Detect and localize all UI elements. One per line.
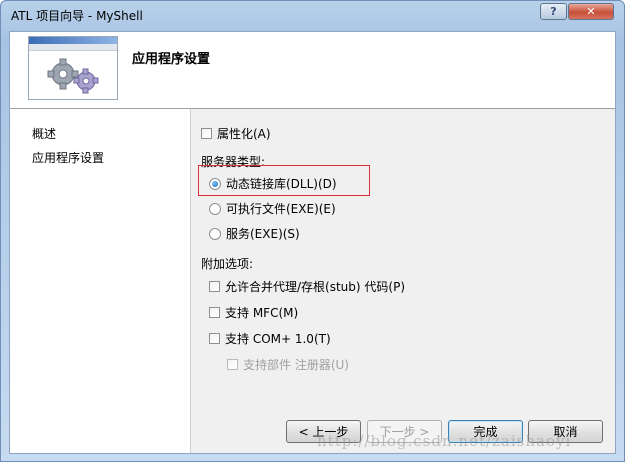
window-title: ATL 项目向导 - MyShell [11, 9, 143, 23]
nav-item-overview[interactable]: 概述 [32, 125, 56, 142]
complus-checkbox[interactable] [209, 333, 220, 344]
attributed-label: 属性化(A) [217, 127, 271, 141]
component-registrar-option: 支持部件 注册器(U) [227, 356, 349, 373]
mfc-checkbox[interactable] [209, 307, 220, 318]
merge-proxy-option[interactable]: 允许合并代理/存根(stub) 代码(P) [209, 278, 405, 295]
prev-button[interactable]: < 上一步 [286, 420, 361, 443]
server-type-dll[interactable]: 动态链接库(DLL)(D) [209, 175, 337, 192]
exe-radio[interactable] [209, 202, 221, 215]
cancel-button[interactable]: 取消 [528, 420, 603, 443]
page-title: 应用程序设置 [132, 52, 211, 67]
attributed-option[interactable]: 属性化(A) [201, 125, 271, 142]
merge-proxy-label: 允许合并代理/存根(stub) 代码(P) [225, 280, 406, 294]
help-icon: ? [550, 5, 557, 18]
additional-options-label: 附加选项: [201, 257, 254, 271]
wizard-window: ATL 项目向导 - MyShell ? ✕ 应用程序设置 概述 应用程序设置 … [0, 0, 625, 462]
title-bar[interactable]: ATL 项目向导 - MyShell ? ✕ [1, 1, 624, 29]
component-registrar-label: 支持部件 注册器(U) [243, 358, 349, 372]
exe-label: 可执行文件(EXE)(E) [226, 202, 336, 216]
mfc-label: 支持 MFC(M) [225, 306, 299, 320]
close-button[interactable]: ✕ [568, 3, 614, 20]
attributed-checkbox[interactable] [201, 128, 212, 139]
next-button[interactable]: 下一步 > [367, 420, 442, 443]
merge-proxy-checkbox[interactable] [209, 281, 220, 292]
mfc-option[interactable]: 支持 MFC(M) [209, 304, 298, 321]
component-registrar-checkbox [227, 359, 238, 370]
wizard-nav: 概述 应用程序设置 [10, 109, 191, 453]
complus-option[interactable]: 支持 COM+ 1.0(T) [209, 330, 331, 347]
wizard-header: 应用程序设置 [10, 32, 615, 109]
service-label: 服务(EXE)(S) [226, 227, 300, 241]
finish-button[interactable]: 完成 [448, 420, 523, 443]
wizard-client-area: 应用程序设置 概述 应用程序设置 属性化(A) 服务器类型: 动态链接库(DLL… [9, 31, 616, 454]
settings-panel: 属性化(A) 服务器类型: 动态链接库(DLL)(D) 可执行文件(EXE)(E… [191, 109, 615, 453]
server-type-exe[interactable]: 可执行文件(EXE)(E) [209, 200, 336, 217]
dll-radio[interactable] [209, 177, 221, 190]
server-type-label: 服务器类型: [201, 155, 266, 169]
complus-label: 支持 COM+ 1.0(T) [225, 332, 331, 346]
close-icon: ✕ [586, 5, 596, 18]
help-button[interactable]: ? [540, 3, 567, 20]
dll-label: 动态链接库(DLL)(D) [226, 177, 337, 191]
gears-icon [28, 36, 118, 100]
nav-item-app-settings[interactable]: 应用程序设置 [32, 149, 104, 166]
service-radio[interactable] [209, 227, 221, 240]
server-type-service[interactable]: 服务(EXE)(S) [209, 225, 300, 242]
